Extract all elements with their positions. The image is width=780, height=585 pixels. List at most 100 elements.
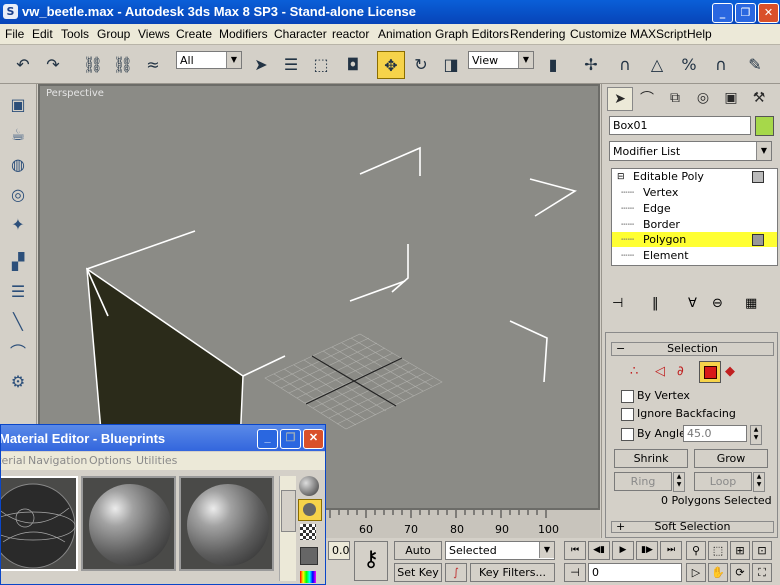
material-maximize-button[interactable]: ❐: [280, 429, 301, 449]
grow-button[interactable]: Grow: [694, 449, 768, 468]
sphere-icon[interactable]: ◍: [5, 152, 31, 176]
zoom-extents-icon[interactable]: ⬚: [708, 541, 728, 560]
menu-views[interactable]: Views: [138, 27, 170, 41]
checker-icon[interactable]: ▞: [5, 249, 31, 273]
go-to-end-icon[interactable]: ⏭: [660, 541, 682, 560]
selection-filter-dropdown[interactable]: All ▼: [176, 51, 242, 69]
field-of-view-icon[interactable]: ▷: [686, 563, 706, 582]
material-minimize-button[interactable]: _: [257, 429, 278, 449]
window-crossing-icon[interactable]: ◘: [340, 51, 366, 77]
percent-snap-icon[interactable]: %: [676, 51, 702, 77]
menu-tools[interactable]: Tools: [61, 27, 89, 41]
pivot-center-icon[interactable]: ▮: [540, 51, 566, 77]
key-mode-toggle-icon[interactable]: ⊣: [564, 563, 586, 582]
play-icon[interactable]: ▶: [612, 541, 634, 560]
snaps-toggle-icon[interactable]: ∩: [612, 51, 638, 77]
stack-item-element[interactable]: Element: [643, 248, 689, 263]
menu-customize[interactable]: Customize: [570, 27, 627, 41]
select-and-rotate-icon[interactable]: ↻: [408, 51, 434, 77]
menu-create[interactable]: Create: [176, 27, 212, 41]
layers-icon[interactable]: ☰: [5, 279, 31, 303]
by-angle-checkbox[interactable]: [621, 428, 634, 441]
box-primitive-icon[interactable]: ▣: [5, 92, 31, 116]
pin-stack-icon[interactable]: ⊣: [612, 296, 623, 311]
auto-key-button[interactable]: Auto Key: [394, 541, 442, 574]
bend-icon[interactable]: ⌒: [5, 339, 31, 363]
select-object-icon[interactable]: ➤: [248, 51, 274, 77]
loop-spinner-icon[interactable]: ▲ ▼: [753, 472, 765, 492]
edge-mode-icon[interactable]: ◁: [655, 364, 665, 379]
modify-tab-icon[interactable]: ⌒: [635, 87, 659, 109]
menu-file[interactable]: File: [5, 27, 24, 41]
sample-type-sphere-icon[interactable]: [299, 476, 319, 496]
select-and-link-icon[interactable]: ⛓: [80, 51, 106, 77]
arc-rotate-icon[interactable]: ⟳: [730, 563, 750, 582]
modifier-icon[interactable]: ╲: [5, 309, 31, 333]
bind-space-warp-icon[interactable]: ≈: [140, 51, 166, 77]
material-slot[interactable]: [81, 476, 176, 571]
redo-icon[interactable]: ↷: [40, 51, 66, 77]
stack-root-editable-poly[interactable]: Editable Poly: [633, 169, 704, 184]
menu-group[interactable]: Group: [97, 27, 130, 41]
make-unique-icon[interactable]: ∀: [688, 296, 697, 311]
next-frame-icon[interactable]: ▮▶: [636, 541, 658, 560]
sample-uv-tiling-icon[interactable]: [300, 547, 318, 565]
time-slider-track[interactable]: 60 70 80 90 100: [326, 510, 600, 538]
shrink-button[interactable]: Shrink: [614, 449, 688, 468]
menu-graph-editors[interactable]: Graph Editors: [435, 27, 509, 41]
material-menu-navigation[interactable]: Navigation: [28, 454, 87, 467]
menu-modifiers[interactable]: Modifiers: [219, 27, 268, 41]
scrollbar-thumb[interactable]: [281, 490, 296, 532]
stack-item-vertex[interactable]: Vertex: [643, 185, 678, 200]
material-close-button[interactable]: ✕: [303, 429, 324, 449]
minimize-button[interactable]: _: [712, 3, 733, 23]
selection-rollout-header[interactable]: − Selection: [611, 342, 774, 356]
polygon-mode-icon[interactable]: [699, 361, 721, 383]
menu-rendering[interactable]: Rendering: [510, 27, 565, 41]
menu-help[interactable]: Help: [687, 27, 712, 41]
menu-maxscript[interactable]: MAXScript: [630, 27, 687, 41]
background-checker-icon[interactable]: [300, 524, 316, 540]
angle-spinner-icon[interactable]: ▲ ▼: [750, 425, 762, 445]
stack-item-border[interactable]: Border: [643, 217, 680, 232]
ring-button[interactable]: Ring: [614, 472, 672, 491]
select-and-manipulate-icon[interactable]: ✢: [578, 51, 604, 77]
show-end-result-icon[interactable]: ‖: [652, 296, 659, 311]
motion-tab-icon[interactable]: ◎: [691, 87, 715, 109]
soft-selection-rollout-header[interactable]: + Soft Selection: [611, 521, 774, 533]
stack-item-edge[interactable]: Edge: [643, 201, 671, 216]
key-icon[interactable]: ⚷: [354, 541, 388, 581]
modifier-list-dropdown[interactable]: Modifier List ▼: [609, 141, 772, 161]
rectangular-selection-icon[interactable]: ⬚: [308, 51, 334, 77]
backlight-icon[interactable]: [298, 499, 322, 521]
menu-character[interactable]: Character: [274, 27, 327, 41]
remove-modifier-icon[interactable]: ⊖: [712, 296, 723, 311]
vertex-mode-icon[interactable]: ∴: [630, 364, 638, 379]
zoom-extents-all-icon[interactable]: ⊡: [752, 541, 772, 560]
time-value-field[interactable]: 0.0: [328, 541, 350, 560]
close-button[interactable]: ✕: [758, 3, 779, 23]
teapot-icon[interactable]: ☕: [5, 122, 31, 146]
reference-coordinate-dropdown[interactable]: View ▼: [468, 51, 534, 69]
spinner-snap-icon[interactable]: ∩: [708, 51, 734, 77]
material-menu-options[interactable]: Options: [89, 454, 131, 467]
hierarchy-tab-icon[interactable]: ⧉: [663, 87, 687, 109]
maximize-button[interactable]: ❐: [735, 3, 756, 23]
border-mode-icon[interactable]: ∂: [677, 364, 684, 379]
torus-icon[interactable]: ◎: [5, 182, 31, 206]
zoom-all-icon[interactable]: ⊞: [730, 541, 750, 560]
menu-animation[interactable]: Animation: [378, 27, 431, 41]
configure-sets-icon[interactable]: ▦: [745, 296, 757, 311]
loop-button[interactable]: Loop: [694, 472, 752, 491]
undo-icon[interactable]: ↶: [10, 51, 36, 77]
key-tangent-icon[interactable]: ∫: [445, 563, 467, 582]
collapse-icon[interactable]: ⊟: [617, 170, 625, 185]
create-tab-icon[interactable]: ➤: [607, 87, 633, 111]
named-selection-icon[interactable]: ✎: [742, 51, 768, 77]
angle-snap-icon[interactable]: △: [644, 51, 670, 77]
key-mode-dropdown[interactable]: Selected ▼: [445, 541, 555, 560]
star-icon[interactable]: ✦: [5, 212, 31, 236]
maximize-viewport-icon[interactable]: ⛶: [752, 563, 772, 582]
display-tab-icon[interactable]: ▣: [719, 87, 743, 109]
select-and-move-icon[interactable]: ✥: [377, 51, 405, 79]
